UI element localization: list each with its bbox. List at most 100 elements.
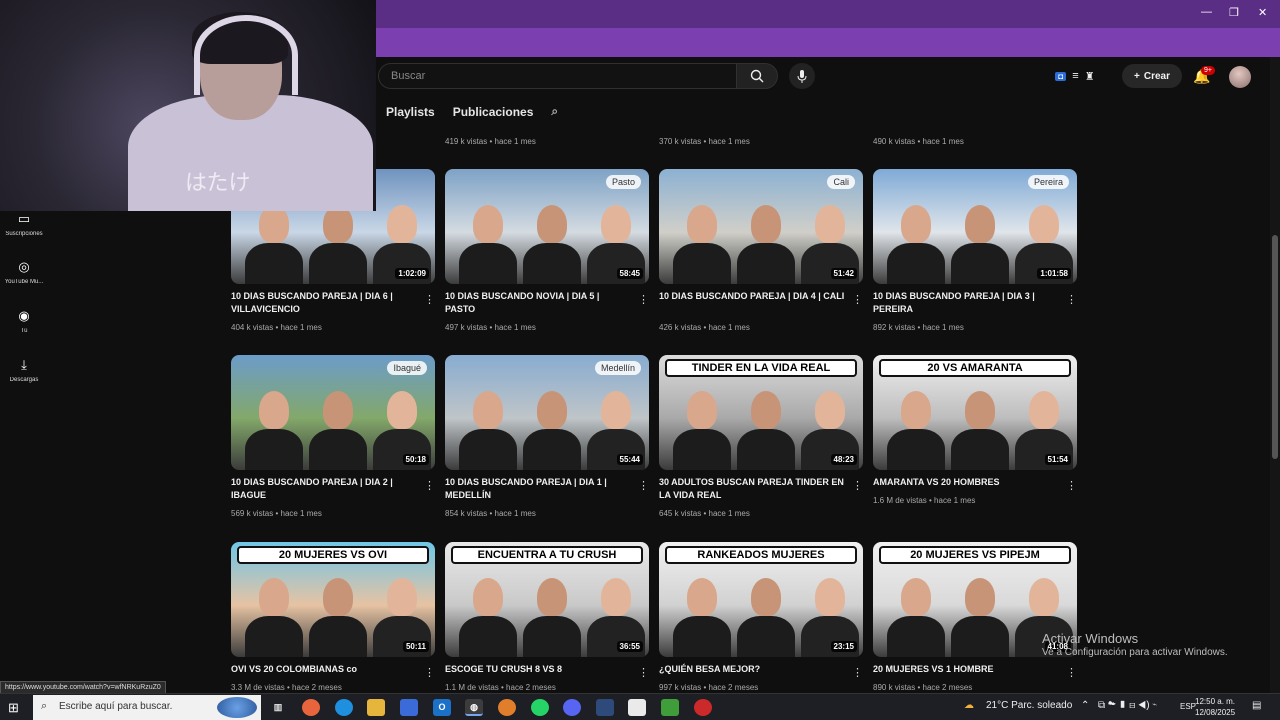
scrollbar-thumb[interactable] xyxy=(1272,235,1278,459)
more-options-icon[interactable]: ⋮ xyxy=(1066,666,1077,679)
more-options-icon[interactable]: ⋮ xyxy=(852,666,863,679)
video-title[interactable]: 30 ADULTOS BUSCAN PAREJA TINDER EN LA VI… xyxy=(659,476,845,502)
outlook-icon[interactable]: O xyxy=(433,699,451,716)
video-thumbnail[interactable]: Medellín 55:44 xyxy=(445,355,649,470)
video-title[interactable]: 10 DIAS BUSCANDO PAREJA | DIA 1 | MEDELL… xyxy=(445,476,631,502)
tray-icons[interactable]: ⧉ ☁ ▮ ⊟ ◀) ⌁ xyxy=(1098,700,1157,711)
video-title[interactable]: AMARANTA VS 20 HOMBRES xyxy=(873,476,1059,489)
video-thumbnail[interactable]: RANKEADOS MUJERES 23:15 xyxy=(659,542,863,657)
more-options-icon[interactable]: ⋮ xyxy=(424,666,435,679)
more-options-icon[interactable]: ⋮ xyxy=(1066,479,1077,492)
more-options-icon[interactable]: ⋮ xyxy=(638,293,649,306)
video-card[interactable]: Pereira 1:01:58 10 DIAS BUSCANDO PAREJA | … xyxy=(873,169,1077,332)
more-options-icon[interactable]: ⋮ xyxy=(852,479,863,492)
video-card[interactable]: 20 MUJERES VS PIPEJM 41:08 20 MUJERES VS 1… xyxy=(873,542,1077,702)
video-thumbnail[interactable]: ENCUENTRA A TU CRUSH 36:55 xyxy=(445,542,649,657)
location-pin-label: Cali xyxy=(827,175,855,189)
video-card[interactable]: ENCUENTRA A TU CRUSH 36:55 ESCOGE TU CRUSH… xyxy=(445,542,649,702)
taskbar: ⊞ ⌕ Escribe aquí para buscar. ▥ O ◍ ☁ 21… xyxy=(0,693,1280,720)
video-thumbnail[interactable]: Ibagué 50:18 xyxy=(231,355,435,470)
taskbar-search[interactable]: ⌕ Escribe aquí para buscar. xyxy=(33,695,261,720)
more-options-icon[interactable]: ⋮ xyxy=(424,479,435,492)
video-meta: 1.6 M de vistas • hace 1 mes xyxy=(873,496,976,505)
video-thumbnail[interactable]: Pasto 58:45 xyxy=(445,169,649,284)
webcam-overlay: はたけ xyxy=(0,0,376,211)
video-card[interactable]: Pasto 58:45 10 DIAS BUSCANDO NOVIA | DIA 5… xyxy=(445,169,649,332)
video-card[interactable]: 20 VS AMARANTA 51:54 AMARANTA VS 20 HOMBRE… xyxy=(873,355,1077,515)
extension-icon[interactable]: ◘ xyxy=(1055,71,1067,81)
weather-icon[interactable]: ☁ xyxy=(964,700,974,711)
trophy-icon[interactable]: ♜ xyxy=(1085,70,1095,83)
file-explorer-icon[interactable] xyxy=(367,699,385,716)
weather-text[interactable]: 21°C Parc. soleado xyxy=(986,700,1072,711)
more-options-icon[interactable]: ⋮ xyxy=(638,479,649,492)
store-icon[interactable] xyxy=(400,699,418,716)
more-options-icon[interactable]: ⋮ xyxy=(638,666,649,679)
sidebar-item-suscripciones[interactable]: ▭ Suscripciones xyxy=(0,211,48,237)
video-title[interactable]: 10 DIAS BUSCANDO PAREJA | DIA 6 | VILLAV… xyxy=(231,290,417,316)
video-card[interactable]: Ibagué 50:18 10 DIAS BUSCANDO PAREJA | DIA… xyxy=(231,355,435,518)
person-face xyxy=(323,391,353,429)
video-thumbnail[interactable]: Pereira 1:01:58 xyxy=(873,169,1077,284)
video-card[interactable]: Medellín 55:44 10 DIAS BUSCANDO PAREJA | D… xyxy=(445,355,649,518)
video-card[interactable]: TINDER EN LA VIDA REAL 48:23 30 ADULTOS BU… xyxy=(659,355,863,518)
task-view-icon[interactable]: ▥ xyxy=(269,699,287,716)
sidebar-item-tu[interactable]: ◉ Tú xyxy=(0,308,48,334)
language-indicator[interactable]: ESP xyxy=(1180,702,1196,711)
brave-icon[interactable] xyxy=(498,699,516,716)
copilot-icon[interactable] xyxy=(302,699,320,716)
video-title[interactable]: 10 DIAS BUSCANDO PAREJA | DIA 2 | IBAGUE xyxy=(231,476,417,502)
channel-search-icon[interactable]: ⌕ xyxy=(551,104,558,119)
video-thumbnail[interactable]: 20 MUJERES VS OVI 50:11 xyxy=(231,542,435,657)
avatar[interactable] xyxy=(1229,66,1251,88)
create-button[interactable]: + Crear xyxy=(1122,64,1182,88)
search-button[interactable] xyxy=(736,63,778,89)
voice-search-button[interactable] xyxy=(789,63,815,89)
minimize-icon[interactable]: — xyxy=(1201,6,1212,18)
tab-playlists[interactable]: Playlists xyxy=(386,105,435,119)
more-options-icon[interactable]: ⋮ xyxy=(852,293,863,306)
sidebar-item-label: Suscripciones xyxy=(5,231,43,237)
video-title[interactable]: OVI VS 20 COLOMBIANAS co xyxy=(231,663,417,676)
search-input[interactable]: Buscar xyxy=(378,63,736,89)
header-extensions[interactable]: ◘ ≡ ♜ xyxy=(1043,64,1107,88)
close-icon[interactable]: ✕ xyxy=(1258,6,1267,19)
sidebar-item-youtube-music[interactable]: ◎ YouTube Mu... xyxy=(0,259,48,285)
restore-icon[interactable]: ❐ xyxy=(1229,6,1239,19)
headphones-icon xyxy=(194,15,298,95)
tab-publicaciones[interactable]: Publicaciones xyxy=(453,105,534,119)
video-card[interactable]: Cali 51:42 10 DIAS BUSCANDO PAREJA | DIA 4… xyxy=(659,169,863,332)
windows-start-icon[interactable]: ⊞ xyxy=(8,700,19,716)
video-card[interactable]: RANKEADOS MUJERES 23:15 ¿QUIÉN BESA MEJOR?… xyxy=(659,542,863,702)
edge-icon[interactable] xyxy=(335,699,353,716)
video-duration: 55:44 xyxy=(616,454,643,465)
recorder-icon[interactable] xyxy=(694,699,712,716)
app-icon[interactable] xyxy=(596,699,614,716)
person-face xyxy=(751,391,781,429)
chevron-up-icon[interactable]: ⌃ xyxy=(1081,700,1089,711)
scrollbar[interactable] xyxy=(1270,57,1280,693)
video-title[interactable]: 10 DIAS BUSCANDO PAREJA | DIA 4 | CALI xyxy=(659,290,845,303)
file-icon[interactable] xyxy=(628,699,646,716)
more-options-icon[interactable]: ⋮ xyxy=(424,293,435,306)
video-thumbnail[interactable]: 20 VS AMARANTA 51:54 xyxy=(873,355,1077,470)
video-thumbnail[interactable]: TINDER EN LA VIDA REAL 48:23 xyxy=(659,355,863,470)
video-title[interactable]: ¿QUIÉN BESA MEJOR? xyxy=(659,663,845,676)
video-thumbnail[interactable]: Cali 51:42 xyxy=(659,169,863,284)
video-card[interactable]: 20 MUJERES VS OVI 50:11 OVI VS 20 COLOMBIA… xyxy=(231,542,435,702)
sidebar-item-descargas[interactable]: ⤓ Descargas xyxy=(0,357,48,383)
person-figure xyxy=(887,616,945,657)
list-icon[interactable]: ≡ xyxy=(1072,70,1078,82)
whatsapp-icon[interactable] xyxy=(531,699,549,716)
video-title[interactable]: 10 DIAS BUSCANDO NOVIA | DIA 5 | PASTO xyxy=(445,290,631,316)
video-title[interactable]: ESCOGE TU CRUSH 8 VS 8 xyxy=(445,663,631,676)
chrome-icon[interactable]: ◍ xyxy=(465,699,483,716)
discord-icon[interactable] xyxy=(563,699,581,716)
video-title[interactable]: 20 MUJERES VS 1 HOMBRE xyxy=(873,663,1059,676)
clock[interactable]: 12:50 a. m. 12/08/2025 xyxy=(1195,696,1235,718)
person-figure xyxy=(951,429,1009,470)
more-options-icon[interactable]: ⋮ xyxy=(1066,293,1077,306)
notifications-icon[interactable]: ▤ xyxy=(1252,700,1261,711)
minecraft-icon[interactable] xyxy=(661,699,679,716)
video-title[interactable]: 10 DIAS BUSCANDO PAREJA | DIA 3 | PEREIR… xyxy=(873,290,1059,316)
